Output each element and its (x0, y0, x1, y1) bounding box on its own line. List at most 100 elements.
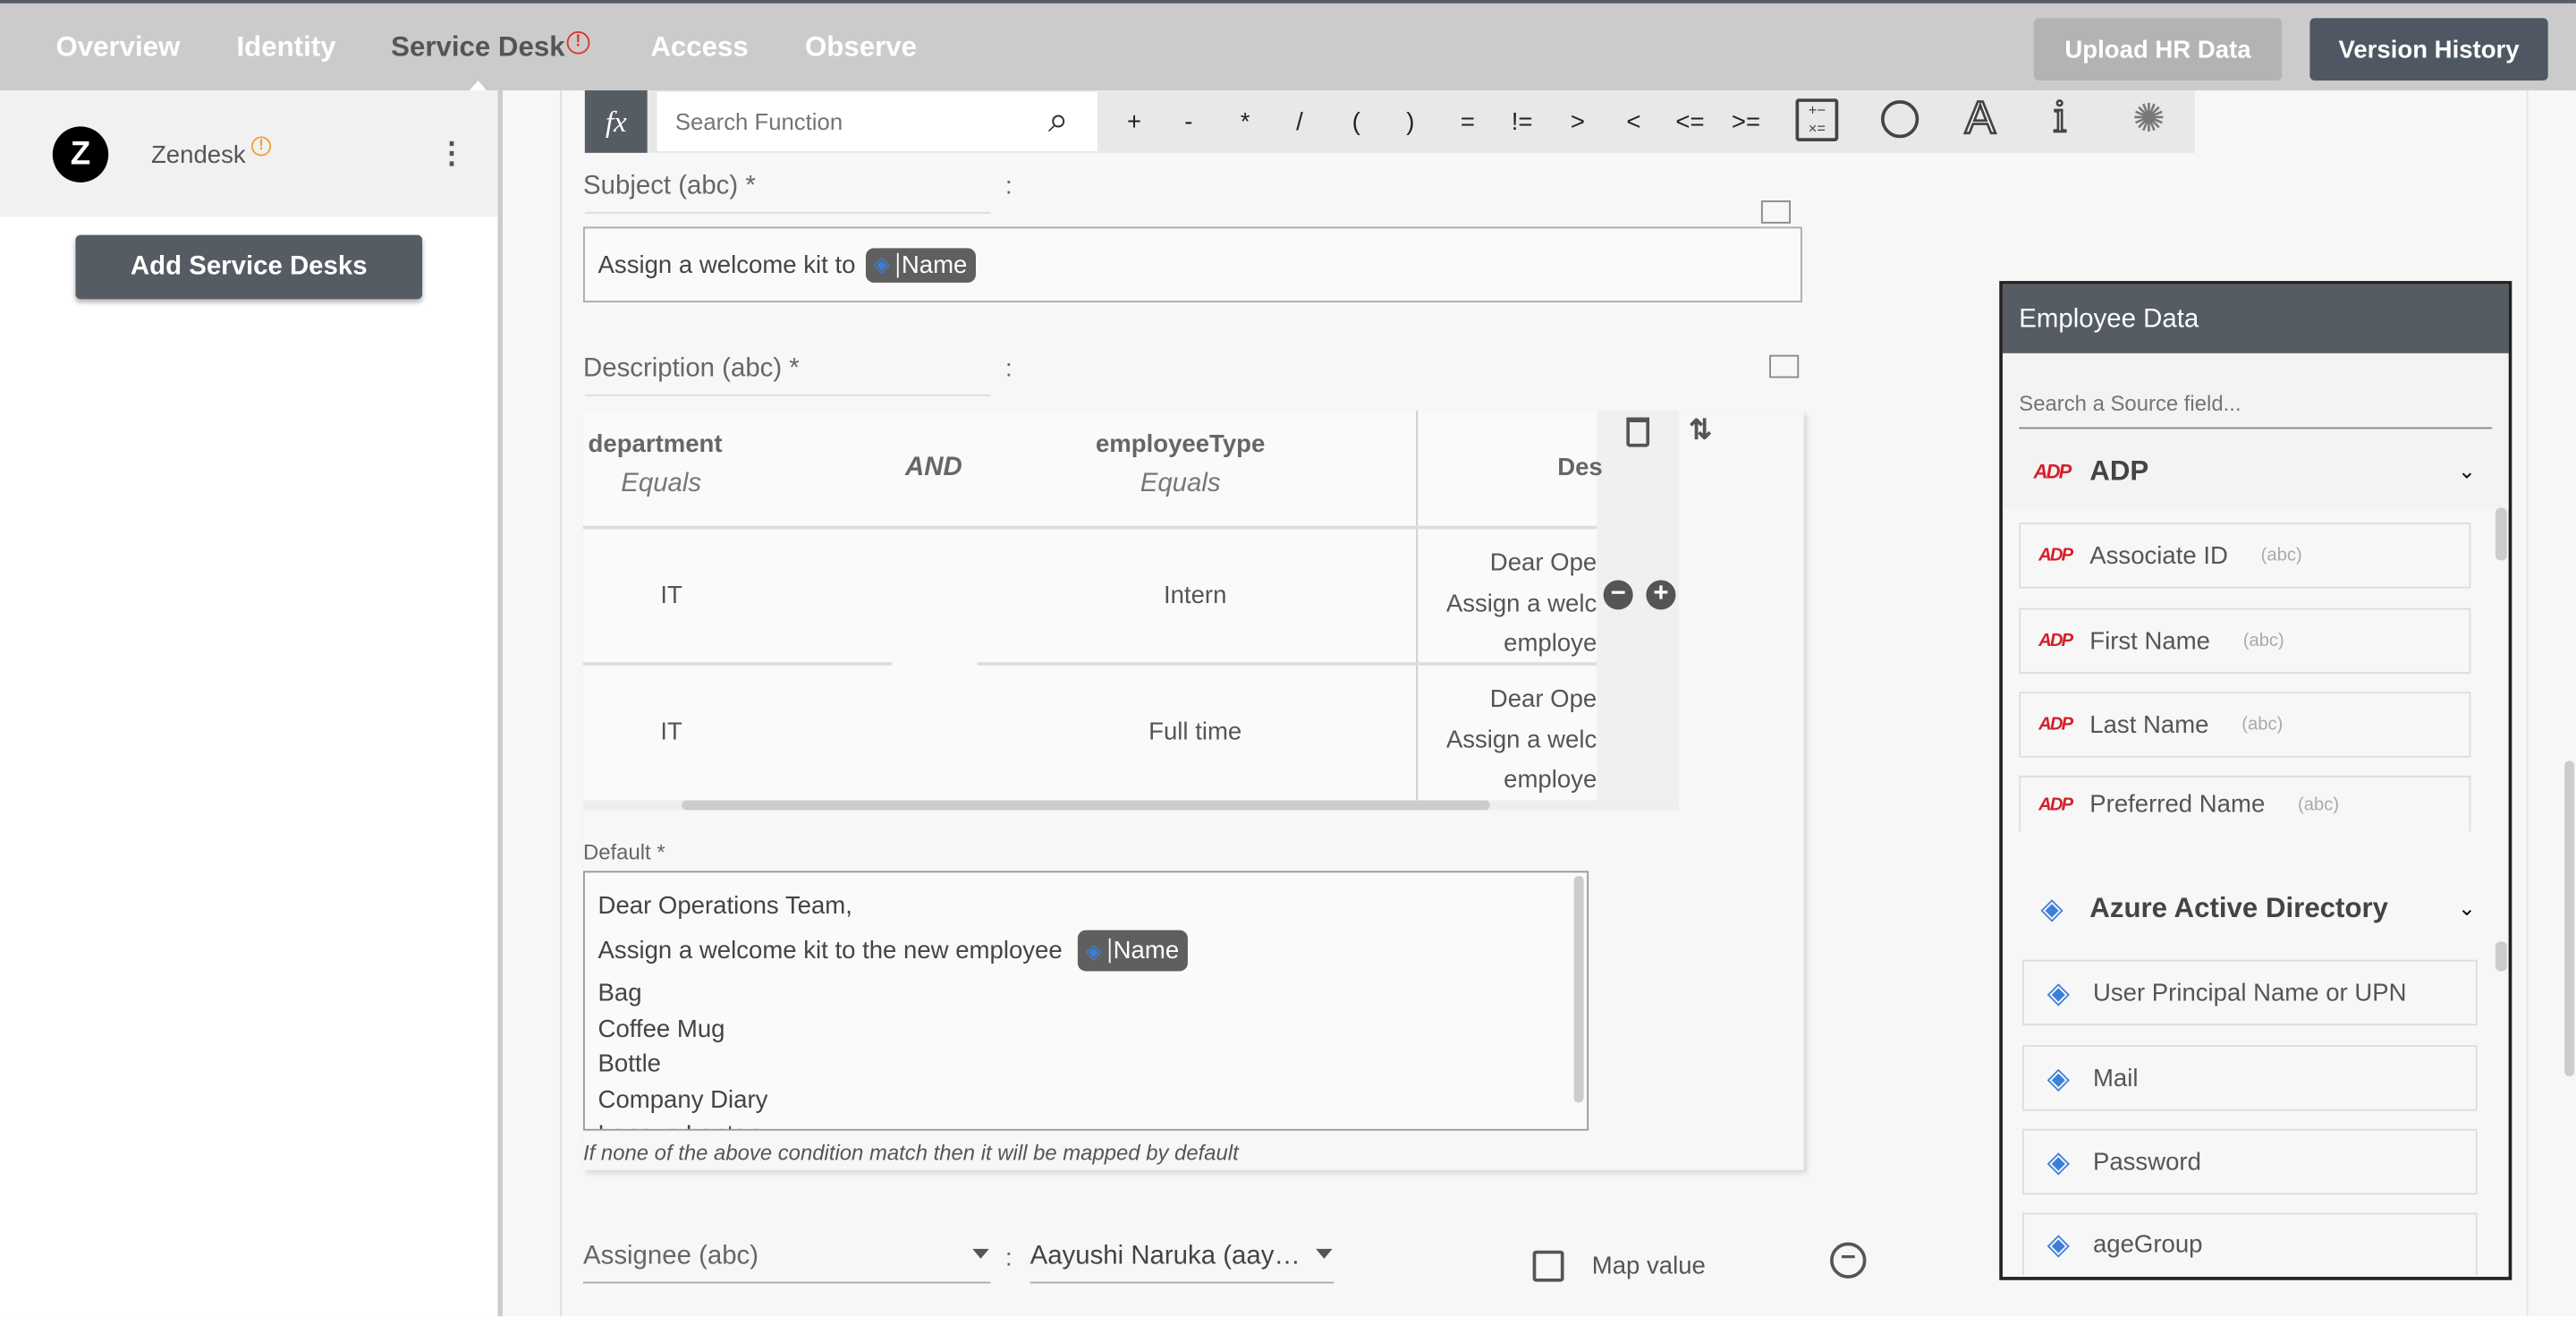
default-textarea[interactable]: Dear Operations Team, Assign a welcome k… (583, 871, 1589, 1131)
field-first-name[interactable]: ADP First Name (abc) (2019, 608, 2471, 675)
tab-access[interactable]: Access (650, 31, 748, 64)
upload-hr-data-button[interactable]: Upload HR Data (2033, 18, 2283, 81)
op-equals-button[interactable]: = (1461, 108, 1475, 136)
op-minus-button[interactable]: - (1184, 108, 1192, 136)
horizontal-scrollbar[interactable] (583, 800, 1680, 811)
op-close-paren-button[interactable]: ) (1406, 108, 1414, 136)
page-scrollbar-thumb[interactable] (2564, 760, 2575, 1077)
field-name: ageGroup (2092, 1230, 2203, 1259)
field-type: (abc) (2241, 714, 2284, 735)
op-plus-button[interactable]: + (1127, 108, 1141, 136)
fx-icon[interactable]: fx (584, 90, 648, 153)
column-header-employee-type: employeeType (1095, 430, 1266, 459)
tab-label: Service Desk (391, 30, 565, 63)
remove-mapping-icon[interactable]: − (1830, 1242, 1867, 1279)
row2-description[interactable]: Dear Ope Assign a welc employe (1426, 680, 1597, 801)
subject-input[interactable]: Assign a welcome kit to ◈ Name (583, 226, 1802, 302)
subject-colon: : (1005, 172, 1013, 201)
table-view-icon[interactable] (1760, 200, 1792, 224)
more-options-icon[interactable]: ⋮ (437, 136, 467, 171)
azure-logo-icon: ◈ (2046, 1060, 2071, 1094)
line: employe (1504, 629, 1597, 658)
tab-observe[interactable]: Observe (805, 31, 917, 64)
name-field-chip[interactable]: ◈ Name (1077, 929, 1188, 972)
field-preferred-name[interactable]: ADP Preferred Name (abc) (2019, 775, 2471, 832)
calculator-icon[interactable]: +− ×= (1795, 98, 1839, 141)
row1-department[interactable]: IT (660, 582, 682, 609)
ai-brain-icon[interactable]: ✺ (2132, 96, 2165, 143)
op-open-paren-button[interactable]: ( (1352, 108, 1360, 136)
subject-label: Subject (abc) * (583, 172, 756, 201)
scrollbar-thumb[interactable] (682, 800, 1490, 811)
line: Company Diary (597, 1085, 768, 1114)
tab-service-desk[interactable]: Service Desk! (391, 30, 590, 64)
text-font-icon[interactable]: A (1963, 90, 1996, 145)
tab-overview[interactable]: Overview (55, 31, 180, 64)
op-less-button[interactable]: < (1626, 108, 1640, 136)
sort-icon[interactable]: ⇅ (1689, 414, 1712, 447)
field-age-group[interactable]: ◈ ageGroup (2021, 1212, 2478, 1276)
page-scroll-track[interactable] (2526, 90, 2576, 1317)
clock-icon[interactable] (1881, 100, 1919, 139)
alert-icon: ! (566, 30, 590, 55)
group-azure-ad[interactable]: ◈ Azure Active Directory ⌄ (2019, 884, 2486, 933)
field-name: Mail (2092, 1064, 2139, 1092)
row1-employee-type[interactable]: Intern (978, 582, 1413, 609)
row2-employee-type[interactable]: Full time (978, 718, 1413, 746)
table-view-icon[interactable] (1769, 354, 1800, 378)
name-field-chip[interactable]: ◈ Name (865, 247, 976, 282)
azure-logo-icon: ◈ (2046, 1144, 2071, 1177)
op-less-equal-button[interactable]: <= (1675, 108, 1704, 136)
op-multiply-button[interactable]: * (1241, 108, 1250, 136)
adp-logo-icon: ADP (2038, 545, 2073, 565)
group-adp[interactable]: ADP ADP ⌄ (2019, 447, 2486, 497)
row2-department[interactable]: IT (660, 718, 682, 746)
field-mail[interactable]: ◈ Mail (2021, 1045, 2478, 1111)
op-divide-button[interactable]: / (1296, 108, 1303, 136)
row-actions-column (1597, 411, 1680, 809)
op-greater-equal-button[interactable]: >= (1732, 108, 1760, 136)
dropdown-icon (1316, 1248, 1333, 1259)
chip-label: Name (901, 251, 968, 279)
source-field-search-input[interactable] (2019, 378, 2493, 429)
subject-underline (584, 211, 991, 214)
field-type: (abc) (2242, 631, 2284, 651)
line: Assign a welcome kit to the new employee… (598, 929, 1574, 972)
field-associate-id[interactable]: ADP Associate ID (abc) (2019, 523, 2471, 589)
map-value-checkbox[interactable] (1532, 1250, 1564, 1282)
op-not-equals-button[interactable]: != (1512, 108, 1533, 136)
assignee-value-select[interactable]: Aayushi Naruka (aay… (1030, 1236, 1335, 1284)
delete-icon[interactable] (1626, 417, 1650, 447)
panel-scrollbar-thumb[interactable] (2495, 507, 2507, 561)
and-joiner: AND (905, 453, 962, 482)
textarea-scrollbar[interactable] (1573, 875, 1584, 1103)
info-icon[interactable]: i (2053, 90, 2068, 145)
department-operator: Equals (621, 470, 702, 498)
default-label: Default * (583, 839, 665, 865)
version-history-button[interactable]: Version History (2309, 18, 2548, 81)
add-service-desks-button[interactable]: Add Service Desks (75, 234, 423, 300)
field-name: First Name (2089, 626, 2210, 655)
add-row-icon[interactable]: + (1646, 580, 1676, 610)
description-colon: : (1005, 354, 1013, 383)
app-name: Zendesk (150, 140, 246, 170)
field-last-name[interactable]: ADP Last Name (abc) (2019, 692, 2471, 758)
field-password[interactable]: ◈ Password (2021, 1128, 2478, 1195)
field-upn[interactable]: ◈ User Principal Name or UPN (2021, 959, 2478, 1026)
search-function-input[interactable] (657, 91, 1097, 151)
remove-row-icon[interactable]: − (1603, 580, 1633, 610)
chevron-down-icon[interactable]: ⌄ (2458, 458, 2476, 484)
row1-description[interactable]: Dear Ope Assign a welc employe (1426, 544, 1597, 665)
azure-logo-icon: ◈ (2040, 891, 2063, 925)
adp-logo-icon: ADP (2038, 794, 2073, 815)
op-greater-button[interactable]: > (1571, 108, 1585, 136)
service-desk-item[interactable]: Z Zendesk ! ⋮ (0, 90, 498, 217)
panel-scrollbar-thumb[interactable] (2495, 941, 2507, 972)
assignee-label: Assignee (abc) (583, 1242, 759, 1270)
search-icon[interactable]: ⌕ (1048, 98, 1069, 141)
chevron-down-icon[interactable]: ⌄ (2458, 896, 2476, 922)
field-name: Associate ID (2089, 541, 2228, 570)
adp-logo-icon: ADP (2033, 460, 2072, 483)
tab-identity[interactable]: Identity (236, 31, 335, 64)
assignee-field-select[interactable]: Assignee (abc) (583, 1236, 991, 1284)
